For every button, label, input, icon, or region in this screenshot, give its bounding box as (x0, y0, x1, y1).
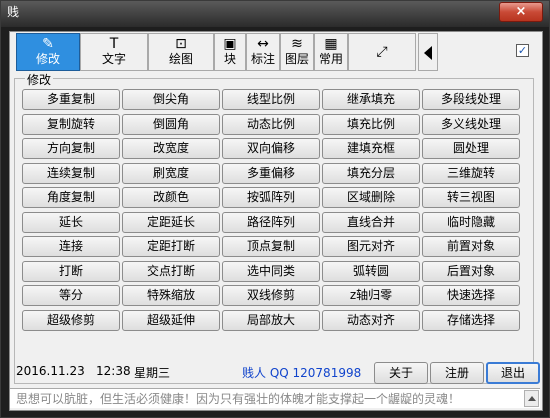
function-button[interactable]: 复制旋转 (22, 114, 120, 135)
function-button[interactable]: 图元对齐 (322, 236, 420, 257)
tab-draw[interactable]: ⊡ 绘图 (148, 33, 214, 71)
tab-label: 块 (223, 52, 236, 66)
function-button[interactable]: 线型比例 (222, 89, 320, 110)
tab-label: 标注 (250, 52, 275, 66)
function-button[interactable]: 角度复制 (22, 187, 120, 208)
weekday-text: 星期三 (134, 366, 171, 380)
options-checkbox[interactable]: ✓ (516, 44, 529, 57)
function-button[interactable]: 动态对齐 (322, 310, 420, 331)
function-button[interactable]: 打断 (22, 261, 120, 282)
tab-label: 图层 (284, 52, 309, 66)
arrow-left-icon (424, 46, 432, 60)
function-button[interactable]: 填充分层 (322, 163, 420, 184)
function-button[interactable]: 交点打断 (122, 261, 220, 282)
register-button[interactable]: 注册 (430, 362, 484, 384)
tab-common[interactable]: ▦ 常用 (314, 33, 348, 71)
author-text: 贱人 QQ 120781998 (242, 366, 362, 380)
group-title: 修改 (25, 71, 54, 88)
scroll-tabs-left-button[interactable] (418, 33, 438, 71)
function-button[interactable]: 刷宽度 (122, 163, 220, 184)
tab-block[interactable]: ▣ 块 (214, 33, 246, 71)
function-button[interactable]: 区域删除 (322, 187, 420, 208)
layers-icon: ≋ (291, 36, 303, 52)
tab-label: 文字 (101, 52, 126, 66)
tab-dimension[interactable]: ↔ 标注 (246, 33, 280, 71)
draw-icon: ⊡ (175, 36, 187, 52)
close-button[interactable]: × (499, 2, 543, 22)
toolbar: ✎ 修改 T 文字 ⊡ 绘图 ▣ 块 ↔ 标注 ≋ 图层 ▦ 常用 ⤢ ✓ (14, 33, 538, 73)
motto-field: 思想可以肮脏，但生活必须健康！因为只有强壮的体魄才能支撑起一个龌龊的灵魂！ (10, 388, 540, 408)
function-button[interactable]: 转三视图 (422, 187, 520, 208)
function-button[interactable]: 局部放大 (222, 310, 320, 331)
function-button[interactable]: 快速选择 (422, 285, 520, 306)
function-button[interactable]: 动态比例 (222, 114, 320, 135)
tab-label: 修改 (35, 52, 60, 66)
time-text: 12:38 (96, 364, 131, 378)
function-button[interactable]: 倒圆角 (122, 114, 220, 135)
function-button[interactable]: 等分 (22, 285, 120, 306)
function-button[interactable]: 多重偏移 (222, 163, 320, 184)
exit-button[interactable]: 退出 (486, 362, 540, 384)
text-icon: T (109, 36, 119, 52)
function-button[interactable]: 方向复制 (22, 138, 120, 159)
function-button[interactable]: 建填充框 (322, 138, 420, 159)
function-button[interactable]: 前置对象 (422, 236, 520, 257)
tab-export[interactable]: ⤢ (348, 33, 416, 71)
function-button[interactable]: 改宽度 (122, 138, 220, 159)
block-icon: ▣ (223, 36, 237, 52)
tab-label: 绘图 (168, 52, 193, 66)
function-button[interactable]: 多重复制 (22, 89, 120, 110)
window-title: 贱 (7, 5, 20, 19)
tab-label: 常用 (318, 52, 343, 66)
function-button[interactable]: 延长 (22, 212, 120, 233)
about-button[interactable]: 关于 (374, 362, 428, 384)
function-button[interactable]: 多义线处理 (422, 114, 520, 135)
grid-icon: ▦ (324, 36, 338, 52)
date-text: 2016.11.23 (16, 364, 85, 378)
tab-layers[interactable]: ≋ 图层 (280, 33, 314, 71)
function-button[interactable]: 超级修剪 (22, 310, 120, 331)
function-button[interactable]: 后置对象 (422, 261, 520, 282)
function-button[interactable]: 继承填充 (322, 89, 420, 110)
function-button[interactable]: 按弧阵列 (222, 187, 320, 208)
function-button[interactable]: 倒尖角 (122, 89, 220, 110)
function-button[interactable]: 临时隐藏 (422, 212, 520, 233)
function-button[interactable]: 定距延长 (122, 212, 220, 233)
function-button[interactable]: 圆处理 (422, 138, 520, 159)
function-button[interactable]: 连续复制 (22, 163, 120, 184)
function-button[interactable]: 三维旋转 (422, 163, 520, 184)
function-button[interactable]: z轴归零 (322, 285, 420, 306)
app-window: 贱 × ✎ 修改 T 文字 ⊡ 绘图 ▣ 块 ↔ 标注 ≋ 图层 ▦ 常用 ⤢ … (0, 0, 550, 418)
function-button[interactable]: 存储选择 (422, 310, 520, 331)
function-button[interactable]: 填充比例 (322, 114, 420, 135)
function-button[interactable]: 直线合并 (322, 212, 420, 233)
function-button[interactable]: 定距打断 (122, 236, 220, 257)
export-icon: ⤢ (376, 44, 388, 60)
function-button[interactable]: 特殊缩放 (122, 285, 220, 306)
title-bar[interactable]: 贱 × (1, 1, 549, 27)
function-button[interactable]: 弧转圆 (322, 261, 420, 282)
tab-text[interactable]: T 文字 (80, 33, 148, 71)
pencil-icon: ✎ (42, 36, 54, 52)
client-area: ✎ 修改 T 文字 ⊡ 绘图 ▣ 块 ↔ 标注 ≋ 图层 ▦ 常用 ⤢ ✓ 修改… (9, 31, 543, 411)
tab-modify[interactable]: ✎ 修改 (16, 33, 80, 71)
function-button[interactable]: 顶点复制 (222, 236, 320, 257)
dimension-icon: ↔ (257, 36, 269, 52)
function-button[interactable]: 连接 (22, 236, 120, 257)
motto-text: 思想可以肮脏，但生活必须健康！因为只有强壮的体魄才能支撑起一个龌龊的灵魂！ (16, 392, 461, 406)
modify-group: 修改 多重复制 倒尖角 线型比例 继承填充 多段线处理复制旋转 倒圆角 动态比例 填充比例 多义… (14, 71, 534, 384)
function-button[interactable]: 双向偏移 (222, 138, 320, 159)
scroll-up-button[interactable] (524, 390, 539, 407)
function-button[interactable]: 改颜色 (122, 187, 220, 208)
function-button[interactable]: 超级延伸 (122, 310, 220, 331)
function-button[interactable]: 选中同类 (222, 261, 320, 282)
function-button[interactable]: 路径阵列 (222, 212, 320, 233)
function-button[interactable]: 多段线处理 (422, 89, 520, 110)
function-button[interactable]: 双线修剪 (222, 285, 320, 306)
